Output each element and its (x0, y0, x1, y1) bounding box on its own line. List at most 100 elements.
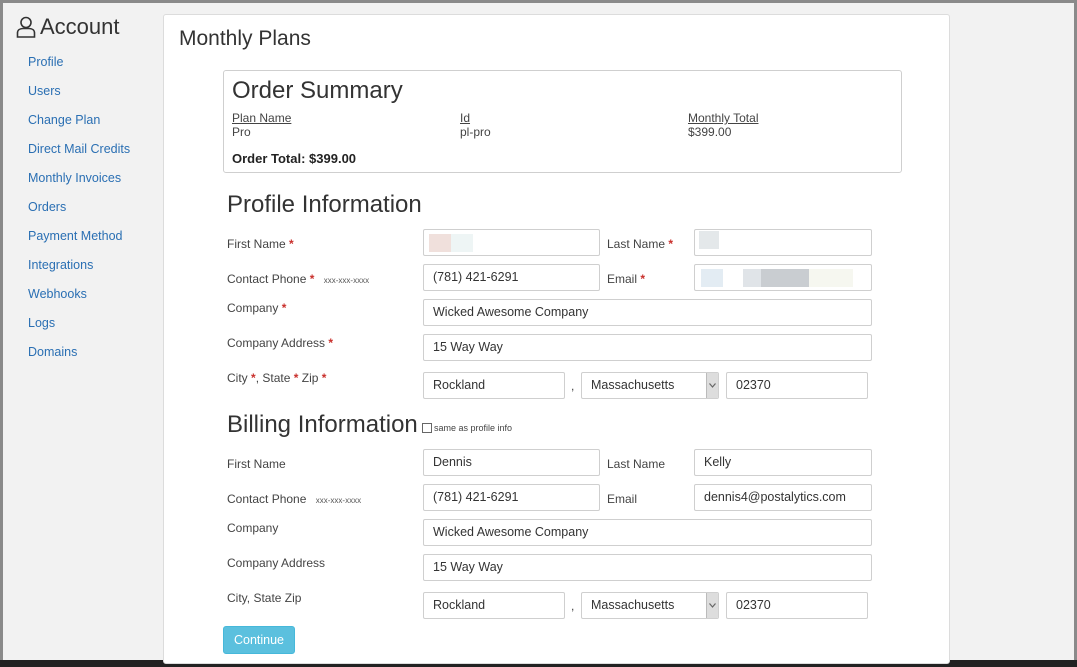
sidebar-nav: Profile Users Change Plan Direct Mail Cr… (16, 48, 156, 367)
profile-address-input[interactable]: 15 Way Way (423, 334, 872, 361)
label-text: Contact Phone (227, 492, 307, 506)
redacted-value (761, 269, 809, 287)
required-mark: * (281, 301, 287, 315)
label-text: City (227, 371, 248, 385)
profile-company-label: Company * (227, 301, 286, 315)
redacted-value (743, 269, 761, 287)
window-frame-top (0, 0, 1077, 3)
required-mark: * (640, 272, 646, 286)
redacted-value (451, 234, 473, 252)
profile-company-input[interactable]: Wicked Awesome Company (423, 299, 872, 326)
label-text: State (262, 371, 291, 385)
city-state-separator: , (571, 599, 575, 613)
billing-first-name-input[interactable]: Dennis (423, 449, 600, 476)
order-summary-title: Order Summary (232, 77, 403, 104)
billing-company-input[interactable]: Wicked Awesome Company (423, 519, 872, 546)
account-title: Account (40, 14, 120, 39)
billing-phone-label: Contact Phone xxx-xxx-xxxx (227, 492, 361, 506)
order-col-value: Pro (232, 125, 251, 139)
chevron-down-icon[interactable] (706, 593, 718, 618)
billing-zip-input[interactable]: 02370 (726, 592, 868, 619)
city-state-separator: , (571, 379, 575, 393)
billing-address-label: Company Address (227, 556, 326, 570)
redacted-value (701, 269, 723, 287)
sidebar-item-direct-mail-credits[interactable]: Direct Mail Credits (16, 135, 156, 164)
sidebar-item-webhooks[interactable]: Webhooks (16, 280, 156, 309)
profile-zip-input[interactable]: 02370 (726, 372, 868, 399)
label-text: Zip (301, 371, 319, 385)
sidebar-item-domains[interactable]: Domains (16, 338, 156, 367)
profile-city-input[interactable]: Rockland (423, 372, 565, 399)
continue-button[interactable]: Continue (223, 626, 295, 654)
profile-first-name-label: First Name * (227, 237, 294, 251)
billing-email-label: Email (607, 492, 638, 506)
profile-last-name-input[interactable] (694, 229, 872, 256)
order-col-monthly-total: Monthly Total $399.00 (688, 111, 758, 139)
required-mark: * (328, 336, 334, 350)
billing-state-select[interactable]: Massachusetts (581, 592, 719, 619)
select-value: Massachusetts (591, 598, 675, 612)
billing-last-name-label: Last Name (607, 457, 666, 471)
profile-email-label: Email * (607, 272, 645, 286)
sidebar-item-users[interactable]: Users (16, 77, 156, 106)
page-title: Monthly Plans (179, 27, 311, 50)
profile-address-label: Company Address * (227, 336, 333, 350)
profile-city-state-zip-label: City *, State * Zip * (227, 371, 326, 385)
redacted-value (699, 231, 719, 249)
billing-city-state-zip-label: City, State Zip (227, 591, 302, 605)
billing-company-label: Company (227, 521, 279, 535)
sidebar-item-integrations[interactable]: Integrations (16, 251, 156, 280)
profile-first-name-input[interactable] (423, 229, 600, 256)
sidebar-item-change-plan[interactable]: Change Plan (16, 106, 156, 135)
billing-first-name-label: First Name (227, 457, 286, 471)
label-text: Company (227, 301, 279, 315)
sidebar-item-monthly-invoices[interactable]: Monthly Invoices (16, 164, 156, 193)
billing-phone-input[interactable]: (781) 421-6291 (423, 484, 600, 511)
phone-format-hint: xxx-xxx-xxxx (315, 496, 362, 505)
required-mark: * (668, 237, 674, 251)
profile-email-input[interactable] (694, 264, 872, 291)
sidebar-item-logs[interactable]: Logs (16, 309, 156, 338)
order-col-header: Id (460, 111, 471, 125)
sidebar-item-profile[interactable]: Profile (16, 48, 156, 77)
order-col-value: pl-pro (460, 125, 491, 139)
order-col-id: Id pl-pro (460, 111, 491, 139)
billing-last-name-input[interactable]: Kelly (694, 449, 872, 476)
label-text: Email (607, 272, 638, 286)
redacted-value (809, 269, 853, 287)
order-col-plan-name: Plan Name Pro (232, 111, 291, 139)
label-text: , (255, 371, 260, 385)
select-value: Massachusetts (591, 378, 675, 392)
required-mark: * (289, 237, 294, 251)
same-as-profile-option[interactable]: same as profile info (422, 423, 512, 433)
order-col-header: Monthly Total (688, 111, 759, 125)
sidebar: Account Profile Users Change Plan Direct… (16, 12, 156, 367)
redacted-value (429, 234, 451, 252)
required-mark: * (321, 371, 327, 385)
main-panel: Monthly Plans Order Summary Plan Name Pr… (163, 14, 950, 664)
sidebar-item-orders[interactable]: Orders (16, 193, 156, 222)
billing-city-input[interactable]: Rockland (423, 592, 565, 619)
order-col-header: Plan Name (232, 111, 292, 125)
billing-address-input[interactable]: 15 Way Way (423, 554, 872, 581)
sidebar-item-payment-method[interactable]: Payment Method (16, 222, 156, 251)
profile-phone-input[interactable]: (781) 421-6291 (423, 264, 600, 291)
order-total: Order Total: $399.00 (232, 151, 357, 166)
same-as-profile-checkbox[interactable] (422, 423, 432, 433)
label-text: Last Name (607, 237, 666, 251)
billing-email-input[interactable]: dennis4@postalytics.com (694, 484, 872, 511)
profile-last-name-label: Last Name * (607, 237, 673, 251)
profile-phone-label: Contact Phone * xxx-xxx-xxxx (227, 272, 369, 286)
label-text: Company Address (227, 336, 326, 350)
label-text: First Name (227, 237, 286, 251)
profile-state-select[interactable]: Massachusetts (581, 372, 719, 399)
chevron-down-icon[interactable] (706, 373, 718, 398)
user-outline-icon (16, 16, 36, 38)
required-mark: * (293, 371, 299, 385)
billing-section-title: Billing Information (227, 411, 418, 438)
order-col-value: $399.00 (688, 125, 732, 139)
required-mark: * (309, 272, 315, 286)
same-as-profile-label: same as profile info (434, 423, 513, 433)
order-summary-box: Order Summary Plan Name Pro Id pl-pro Mo… (223, 70, 902, 173)
label-text: Contact Phone (227, 272, 307, 286)
